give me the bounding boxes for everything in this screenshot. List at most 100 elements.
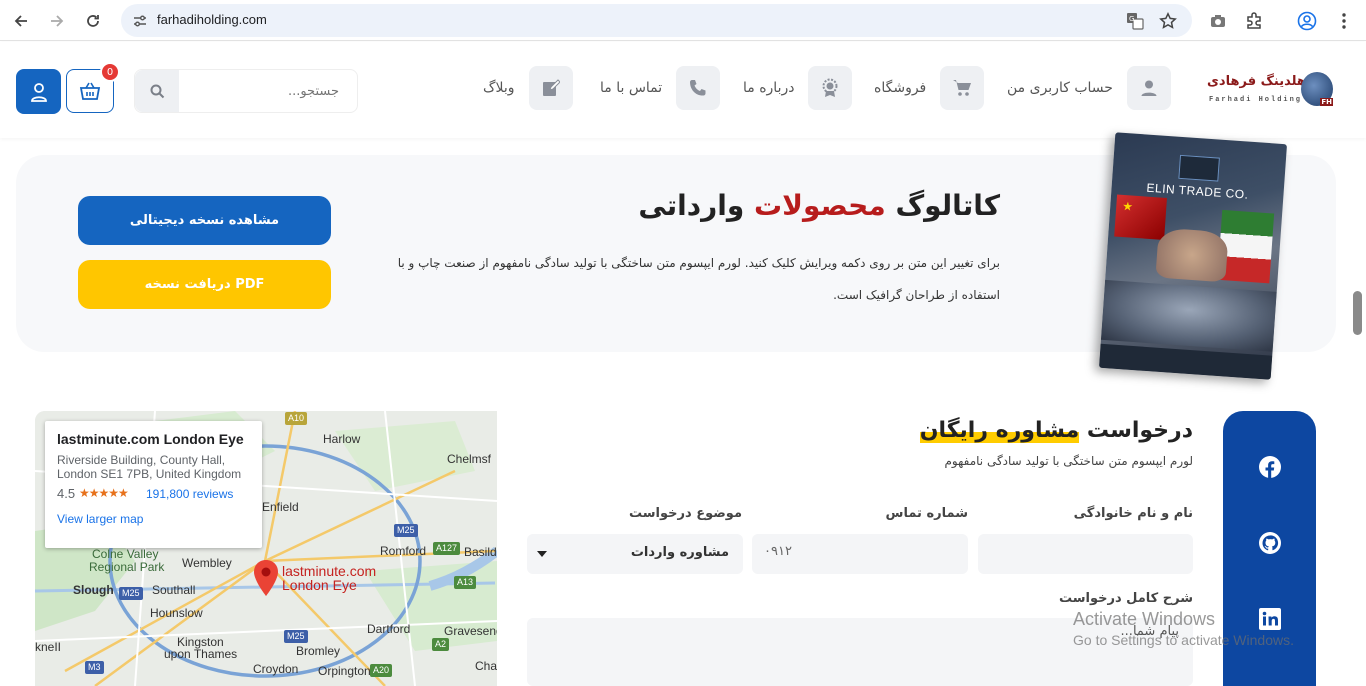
facebook-icon[interactable] (1258, 455, 1282, 479)
road-badge: A10 (285, 412, 308, 425)
download-pdf-button[interactable]: دریافت نسخه PDF (78, 260, 331, 309)
map-info-card: lastminute.com London Eye Riverside Buil… (45, 421, 262, 548)
logo-subtext: Farhadi Holding (1209, 96, 1303, 104)
arrow-right-icon (51, 15, 64, 27)
svg-text:G: G (1129, 15, 1134, 23)
road-badge: M25 (394, 524, 418, 537)
reload-icon (87, 15, 99, 27)
road-badge: A127 (433, 542, 461, 555)
map-place-label: Orpington (318, 664, 371, 678)
view-digital-button[interactable]: مشاهده نسخه دیجیتالی (78, 196, 331, 245)
label-subject: موضوع درخواست (629, 506, 742, 521)
form-subtitle: لورم ایپسوم متن ساختگی با تولید سادگی نا… (944, 454, 1193, 468)
search-icon (150, 84, 164, 98)
arrow-left-icon (14, 15, 27, 27)
search-box (134, 69, 358, 113)
user-icon (30, 82, 47, 102)
map-place-label: Cha (475, 659, 497, 673)
map-pin-label-line2: London Eye (282, 577, 357, 593)
user-account-button[interactable] (16, 69, 61, 114)
logo[interactable]: هلدینگ فرهادی Farhadi Holding FH (1205, 70, 1335, 112)
form-title-part1: درخواست (1086, 418, 1193, 443)
catalog-title-part2: وارداتی (638, 189, 745, 222)
profile-icon[interactable] (1296, 10, 1318, 32)
site-info-icon[interactable] (130, 11, 150, 31)
url-text[interactable]: farhadiholding.com (157, 12, 267, 27)
edit-icon (528, 66, 573, 110)
map-place-label: Hounslow (150, 606, 203, 620)
page-scrollbar[interactable] (1353, 291, 1362, 335)
menu-label: درباره ما (743, 80, 795, 96)
watermark-line2: Go to Settings to activate Windows. (1073, 632, 1294, 648)
road-badge: A2 (432, 638, 450, 651)
address-bar[interactable]: farhadiholding.com G (121, 4, 1192, 37)
forward-button[interactable] (44, 8, 70, 34)
user-icon (1126, 66, 1171, 110)
handshake-image (1155, 227, 1229, 283)
kebab-menu-icon[interactable] (1333, 10, 1355, 32)
phone-icon (676, 66, 721, 110)
subject-selected-value: مشاوره واردات (630, 545, 729, 560)
menu-item-shop[interactable]: فروشگاه (874, 66, 985, 110)
view-larger-map-link[interactable]: View larger map (57, 512, 143, 526)
menu-label: فروشگاه (874, 80, 927, 96)
map-pin-icon[interactable] (253, 559, 279, 597)
road-badge: A20 (370, 664, 393, 677)
cart-count-badge: 0 (100, 62, 120, 82)
badge-icon (808, 66, 853, 110)
menu-label: وبلاگ (483, 80, 515, 96)
logo-badge: FH (1320, 98, 1333, 106)
form-title: درخواست مشاوره رایگان (919, 418, 1193, 443)
bookmark-star-icon[interactable] (1158, 11, 1178, 31)
map-place-label: upon Thames (164, 647, 238, 661)
catalog-title-highlight: محصولات (754, 189, 886, 222)
map-place-label: Wembley (182, 556, 232, 570)
globe-logo-icon: FH (1301, 72, 1333, 106)
phone-input[interactable]: ۰۹۱۲ (752, 534, 968, 574)
map-place-label: Gravesend (444, 624, 497, 638)
site-header: هلدینگ فرهادی Farhadi Holding FH حساب کا… (0, 42, 1366, 138)
subject-select[interactable]: مشاوره واردات (527, 534, 743, 574)
camera-icon[interactable] (1207, 10, 1229, 32)
catalog-title-part1: کاتالوگ (895, 189, 1000, 222)
translate-icon[interactable]: G (1125, 11, 1145, 31)
china-flag-image: ★ (1114, 194, 1167, 240)
search-button[interactable] (135, 70, 179, 112)
back-button[interactable] (8, 8, 34, 34)
windows-activation-watermark: Activate Windows Go to Settings to activ… (1073, 609, 1294, 648)
map-place-label: Harlow (323, 432, 361, 446)
search-input[interactable] (183, 70, 353, 112)
menu-item-blog[interactable]: وبلاگ (483, 66, 573, 110)
catalog-description: برای تغییر این متن بر روی دکمه ویرایش کل… (397, 256, 1000, 302)
world-map-image (1100, 279, 1277, 352)
watermark-line1: Activate Windows (1073, 609, 1216, 629)
name-input[interactable] (978, 534, 1193, 574)
book-logo-icon (1178, 154, 1220, 182)
map-place-label: Enfield (262, 500, 299, 514)
catalog-book-image[interactable]: ELIN TRADE CO. ★ (1098, 132, 1288, 380)
logo-text: هلدینگ فرهادی (1207, 74, 1306, 89)
reviews-link[interactable]: 191,800 reviews (146, 487, 233, 501)
label-phone: شماره تماس (885, 506, 968, 521)
menu-item-contact[interactable]: تماس با ما (600, 66, 721, 110)
menu-item-account[interactable]: حساب کاربری من (1007, 66, 1171, 110)
github-icon[interactable] (1258, 531, 1282, 555)
road-badge: M25 (119, 587, 143, 600)
extensions-icon[interactable] (1243, 10, 1265, 32)
map-place-label: Basild (464, 545, 497, 559)
menu-label: تماس با ما (600, 80, 663, 96)
cart-icon (940, 66, 985, 110)
menu-item-about[interactable]: درباره ما (743, 66, 853, 110)
map-place-label: Chelmsf (447, 452, 492, 466)
place-address-line1: Riverside Building, County Hall, (57, 453, 226, 467)
map-place-label: Regional Park (89, 560, 165, 574)
form-title-highlight: مشاوره رایگان (919, 418, 1080, 443)
google-map[interactable]: Harlow Chelmsf Enfield Romford Basild We… (35, 411, 497, 686)
label-name: نام و نام خانوادگی (1073, 506, 1193, 521)
map-place-label: Southall (152, 583, 196, 597)
basket-icon (79, 82, 101, 100)
map-place-label: Croydon (253, 662, 299, 676)
place-address-line2: London SE1 7PB, United Kingdom (57, 467, 242, 481)
reload-button[interactable] (80, 8, 106, 34)
place-rating: 4.5 (57, 486, 76, 501)
